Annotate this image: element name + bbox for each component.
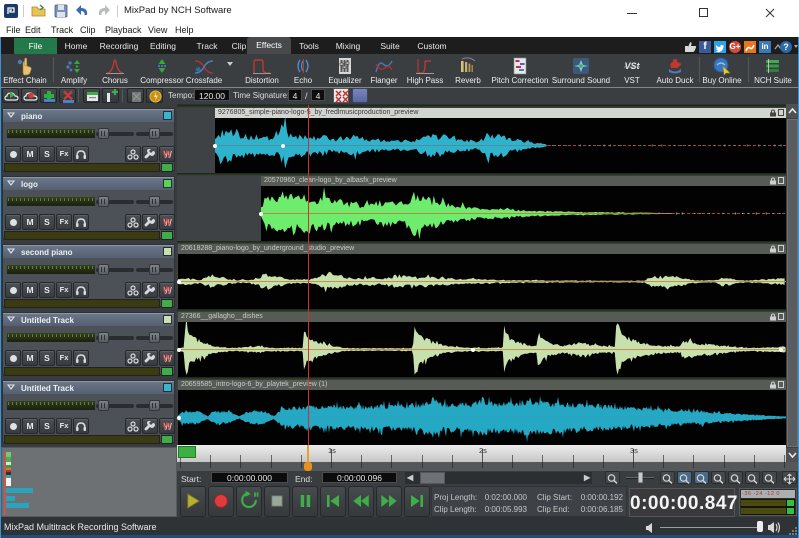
svg-text:VSt: VSt bbox=[624, 61, 640, 71]
